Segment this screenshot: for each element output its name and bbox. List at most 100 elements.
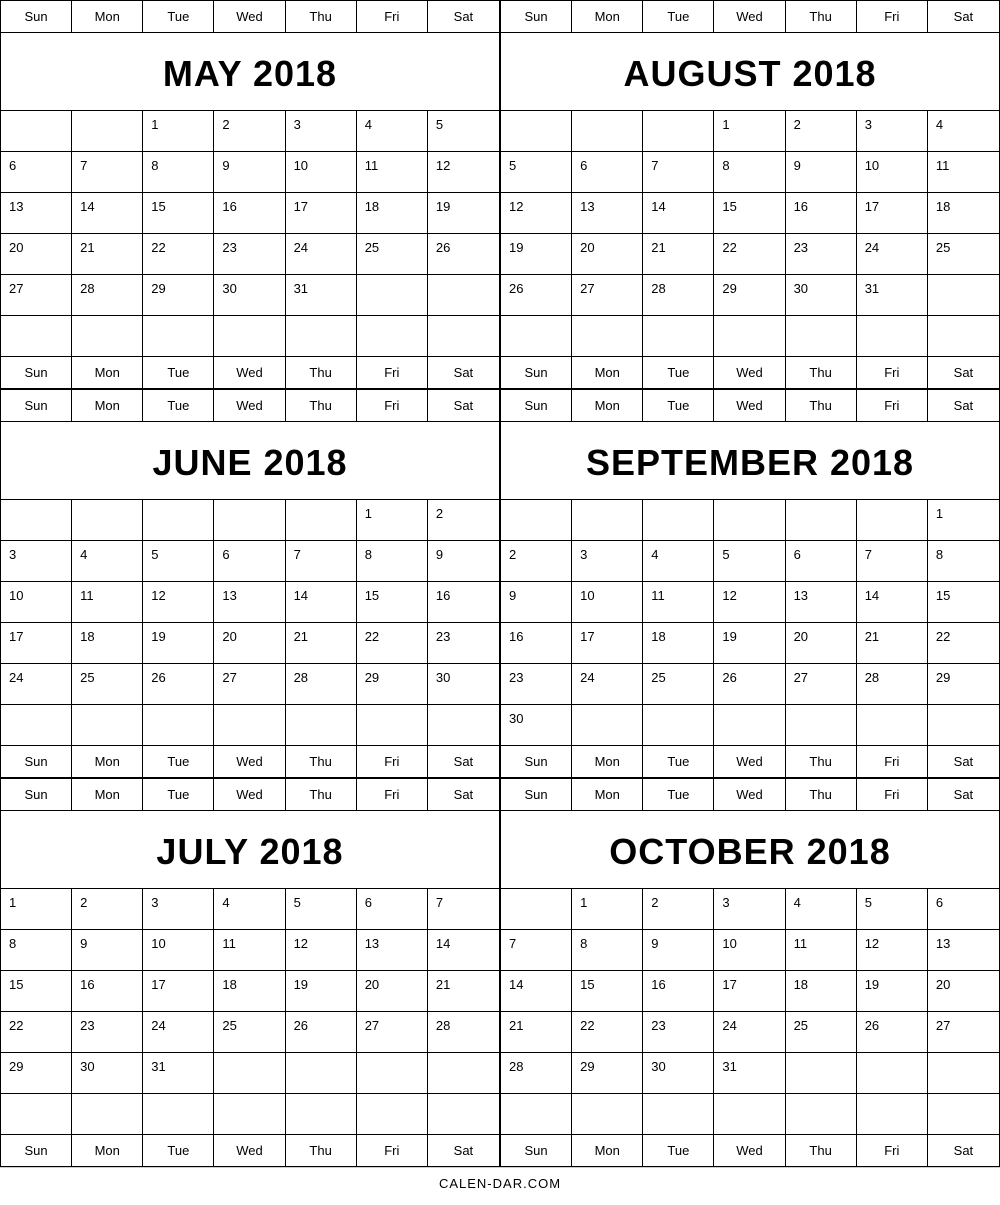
day-header-thu: Thu xyxy=(786,1,857,32)
day-cell: 13 xyxy=(1,193,72,233)
day-cell: 12 xyxy=(286,930,357,970)
day-cell: 8 xyxy=(1,930,72,970)
day-header-fri: Fri xyxy=(357,390,428,421)
day-cell: 21 xyxy=(428,971,499,1011)
day-cell: 19 xyxy=(714,623,785,663)
day-header-bottom-thu: Thu xyxy=(786,1135,857,1166)
day-cell: 4 xyxy=(928,111,999,151)
day-cell: 3 xyxy=(286,111,357,151)
month-title: JUNE 2018 xyxy=(1,422,499,500)
day-cell: 27 xyxy=(214,664,285,704)
day-cell xyxy=(643,500,714,540)
day-cell: 14 xyxy=(857,582,928,622)
day-cell: 24 xyxy=(857,234,928,274)
day-cell: 24 xyxy=(286,234,357,274)
day-cell xyxy=(501,889,572,929)
day-cell xyxy=(928,1094,999,1134)
day-cell xyxy=(72,1094,143,1134)
day-cell: 16 xyxy=(72,971,143,1011)
day-cell xyxy=(572,316,643,356)
day-header-fri: Fri xyxy=(857,779,928,810)
day-cell: 25 xyxy=(214,1012,285,1052)
day-header-sun: Sun xyxy=(1,390,72,421)
week-row: 78910111213 xyxy=(501,930,999,971)
month-title: MAY 2018 xyxy=(1,33,499,111)
day-cell: 30 xyxy=(501,705,572,745)
day-cell: 8 xyxy=(572,930,643,970)
day-cell: 1 xyxy=(714,111,785,151)
day-cell xyxy=(786,500,857,540)
month-title: OCTOBER 2018 xyxy=(501,811,999,889)
day-cell: 6 xyxy=(928,889,999,929)
day-cell: 18 xyxy=(928,193,999,233)
day-cell: 4 xyxy=(786,889,857,929)
day-cell xyxy=(72,500,143,540)
week-row: 13141516171819 xyxy=(1,193,499,234)
day-cell: 29 xyxy=(357,664,428,704)
week-row: 1234 xyxy=(501,111,999,152)
day-cell: 30 xyxy=(72,1053,143,1093)
day-cell: 27 xyxy=(1,275,72,315)
day-cell: 23 xyxy=(214,234,285,274)
day-cell: 19 xyxy=(501,234,572,274)
day-cell: 25 xyxy=(643,664,714,704)
day-cell: 20 xyxy=(572,234,643,274)
day-header-bottom-tue: Tue xyxy=(643,746,714,777)
day-cell xyxy=(214,1053,285,1093)
day-cell xyxy=(214,316,285,356)
day-cell: 22 xyxy=(572,1012,643,1052)
day-cell: 8 xyxy=(928,541,999,581)
day-header-bottom-wed: Wed xyxy=(214,357,285,388)
day-header-bottom-fri: Fri xyxy=(857,1135,928,1166)
calendars-grid: SunMonTueWedThuFriSatMAY 2018 1234567891… xyxy=(0,0,1000,1167)
page: SunMonTueWedThuFriSatMAY 2018 1234567891… xyxy=(0,0,1000,1199)
day-cell: 16 xyxy=(501,623,572,663)
week-row xyxy=(501,316,999,356)
day-cell xyxy=(72,111,143,151)
day-cell: 17 xyxy=(857,193,928,233)
day-cell: 7 xyxy=(501,930,572,970)
day-header-bottom-mon: Mon xyxy=(72,1135,143,1166)
day-header-wed: Wed xyxy=(214,779,285,810)
day-cell: 20 xyxy=(357,971,428,1011)
day-header-thu: Thu xyxy=(286,779,357,810)
day-cell xyxy=(428,1053,499,1093)
day-cell: 2 xyxy=(72,889,143,929)
day-header-bottom-sun: Sun xyxy=(501,746,572,777)
day-header-bottom-sun: Sun xyxy=(501,357,572,388)
week-row: 15161718192021 xyxy=(1,971,499,1012)
week-row: 23242526272829 xyxy=(501,664,999,705)
day-cell: 15 xyxy=(357,582,428,622)
day-cell xyxy=(643,111,714,151)
day-cell: 2 xyxy=(786,111,857,151)
day-header-mon: Mon xyxy=(572,779,643,810)
day-cell: 3 xyxy=(143,889,214,929)
day-header-bottom-wed: Wed xyxy=(714,1135,785,1166)
day-cell: 12 xyxy=(714,582,785,622)
day-cell xyxy=(1,1094,72,1134)
day-cell: 15 xyxy=(928,582,999,622)
day-cell xyxy=(928,705,999,745)
day-cell xyxy=(428,705,499,745)
day-header-mon: Mon xyxy=(72,390,143,421)
day-cell xyxy=(72,705,143,745)
week-row xyxy=(1,1094,499,1134)
day-cell: 24 xyxy=(572,664,643,704)
week-row: 123456 xyxy=(501,889,999,930)
day-cell xyxy=(786,705,857,745)
day-cell: 9 xyxy=(643,930,714,970)
day-cell: 17 xyxy=(714,971,785,1011)
week-row: 12131415161718 xyxy=(501,193,999,234)
day-cell xyxy=(1,705,72,745)
weeks-grid: 1234567891011121314151617181920212223242… xyxy=(501,500,999,745)
day-header-tue: Tue xyxy=(643,779,714,810)
day-cell xyxy=(857,316,928,356)
day-header-sun: Sun xyxy=(501,1,572,32)
day-header-bottom-sun: Sun xyxy=(1,746,72,777)
day-cell xyxy=(286,1053,357,1093)
week-row: 293031 xyxy=(1,1053,499,1094)
day-cell: 4 xyxy=(214,889,285,929)
day-header-thu: Thu xyxy=(286,390,357,421)
day-header-bottom-tue: Tue xyxy=(643,1135,714,1166)
day-cell: 5 xyxy=(714,541,785,581)
